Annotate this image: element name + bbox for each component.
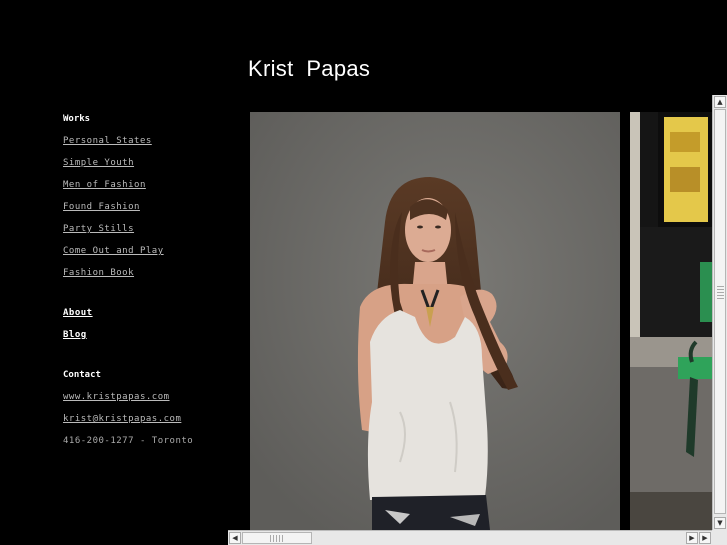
sidebar-nav: Works Personal States Simple Youth Men o… [63,112,243,456]
contact-heading: Contact [63,370,101,380]
scroll-left-arrow-icon[interactable]: ◀ [229,532,241,544]
site-title: Krist Papas [248,56,371,81]
nav-link-party-stills[interactable]: Party Stills [63,222,243,244]
next-photo[interactable] [630,112,712,530]
scroll-down-arrow-icon[interactable]: ▼ [714,517,726,529]
works-heading: Works [63,114,91,124]
scroll-right-arrow-icon[interactable]: ▶ [686,532,698,544]
portrait-photo[interactable] [250,112,620,530]
email-link[interactable]: krist@kristpapas.com [63,412,243,434]
scroll-right-end-arrow-icon[interactable]: ▶ [699,532,711,544]
photo-gallery[interactable] [250,112,712,530]
scroll-up-arrow-icon[interactable]: ▲ [714,96,726,108]
vertical-scrollbar[interactable]: ▲ ▼ [712,95,727,530]
nav-link-found-fashion[interactable]: Found Fashion [63,200,243,222]
nav-link-come-out-and-play[interactable]: Come Out and Play [63,244,243,266]
nav-link-fashion-book[interactable]: Fashion Book [63,266,243,288]
scrollbar-corner [712,530,727,545]
nav-link-men-of-fashion[interactable]: Men of Fashion [63,178,243,200]
nav-link-personal-states[interactable]: Personal States [63,134,243,156]
nav-link-simple-youth[interactable]: Simple Youth [63,156,243,178]
nav-link-about[interactable]: About [63,306,243,328]
horizontal-scroll-thumb[interactable] [242,532,312,544]
phone-location: 416-200-1277 - Toronto [63,436,194,446]
nav-link-blog[interactable]: Blog [63,328,243,350]
website-link[interactable]: www.kristpapas.com [63,390,243,412]
horizontal-scrollbar[interactable]: ◀ ▶ ▶ [228,530,712,545]
vertical-scroll-thumb[interactable] [714,109,726,514]
